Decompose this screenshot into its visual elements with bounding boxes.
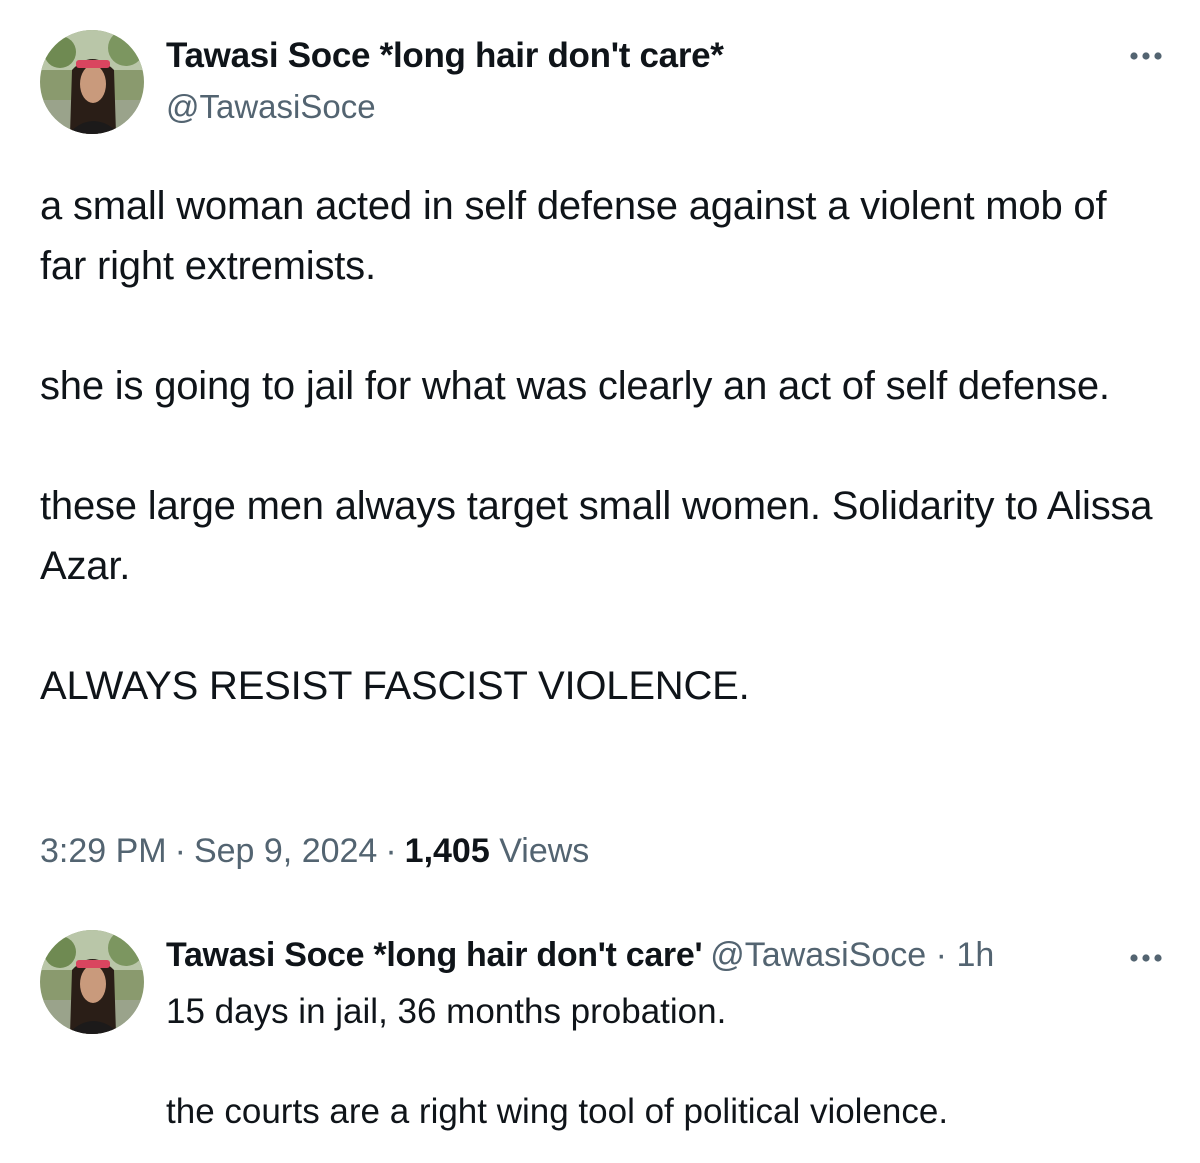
tweet-paragraph: these large men always target small wome… xyxy=(40,484,1153,588)
reply-author-handle[interactable]: @TawasiSoce xyxy=(702,936,926,974)
author-display-name[interactable]: Tawasi Soce *long hair don't care* xyxy=(166,36,724,76)
tweet-metadata: 3:29 PM · Sep 9, 2024 · 1,405 Views xyxy=(40,832,589,871)
ellipsis-icon xyxy=(1130,52,1162,60)
reply-timestamp[interactable]: 1h xyxy=(956,936,994,974)
views-count: 1,405 xyxy=(404,832,490,870)
meta-separator: · xyxy=(174,832,186,870)
tweet-timestamp[interactable]: 3:29 PM · Sep 9, 2024 xyxy=(40,832,377,870)
tweet-time: 3:29 PM xyxy=(40,832,167,870)
tweet-paragraph: a small woman acted in self defense agai… xyxy=(40,184,1107,288)
more-options-button[interactable] xyxy=(1126,36,1166,76)
tweet-paragraph: ALWAYS RESIST FASCIST VIOLENCE. xyxy=(40,664,750,708)
reply-tweet[interactable]: Tawasi Soce *long hair don't care' @Tawas… xyxy=(0,900,1200,1163)
views-label: Views xyxy=(499,832,590,870)
tweet-text: a small woman acted in self defense agai… xyxy=(40,176,1160,716)
reply-author-avatar[interactable] xyxy=(40,930,144,1034)
profile-photo-icon xyxy=(40,30,144,134)
ellipsis-icon xyxy=(1130,954,1162,962)
tweet-date: Sep 9, 2024 xyxy=(193,832,378,870)
reply-header: Tawasi Soce *long hair don't care' @Tawas… xyxy=(166,936,1106,975)
meta-separator: · xyxy=(385,832,397,870)
profile-photo-icon xyxy=(40,930,144,1034)
tweet-paragraph: she is going to jail for what was clearl… xyxy=(40,364,1110,408)
main-tweet: Tawasi Soce *long hair don't care* @Tawa… xyxy=(0,0,1200,900)
reply-paragraph: 15 days in jail, 36 months probation. xyxy=(166,992,727,1031)
reply-paragraph: the courts are a right wing tool of poli… xyxy=(166,1092,949,1131)
reply-text: 15 days in jail, 36 months probation. th… xyxy=(166,988,1146,1136)
reply-author-display-name[interactable]: Tawasi Soce *long hair don't care' xyxy=(166,936,703,974)
views-link[interactable]: 1,405 Views xyxy=(405,832,590,870)
reply-more-options-button[interactable] xyxy=(1126,938,1166,978)
meta-separator: · xyxy=(935,936,947,974)
author-handle[interactable]: @TawasiSoce xyxy=(166,88,376,126)
author-avatar[interactable] xyxy=(40,30,144,134)
